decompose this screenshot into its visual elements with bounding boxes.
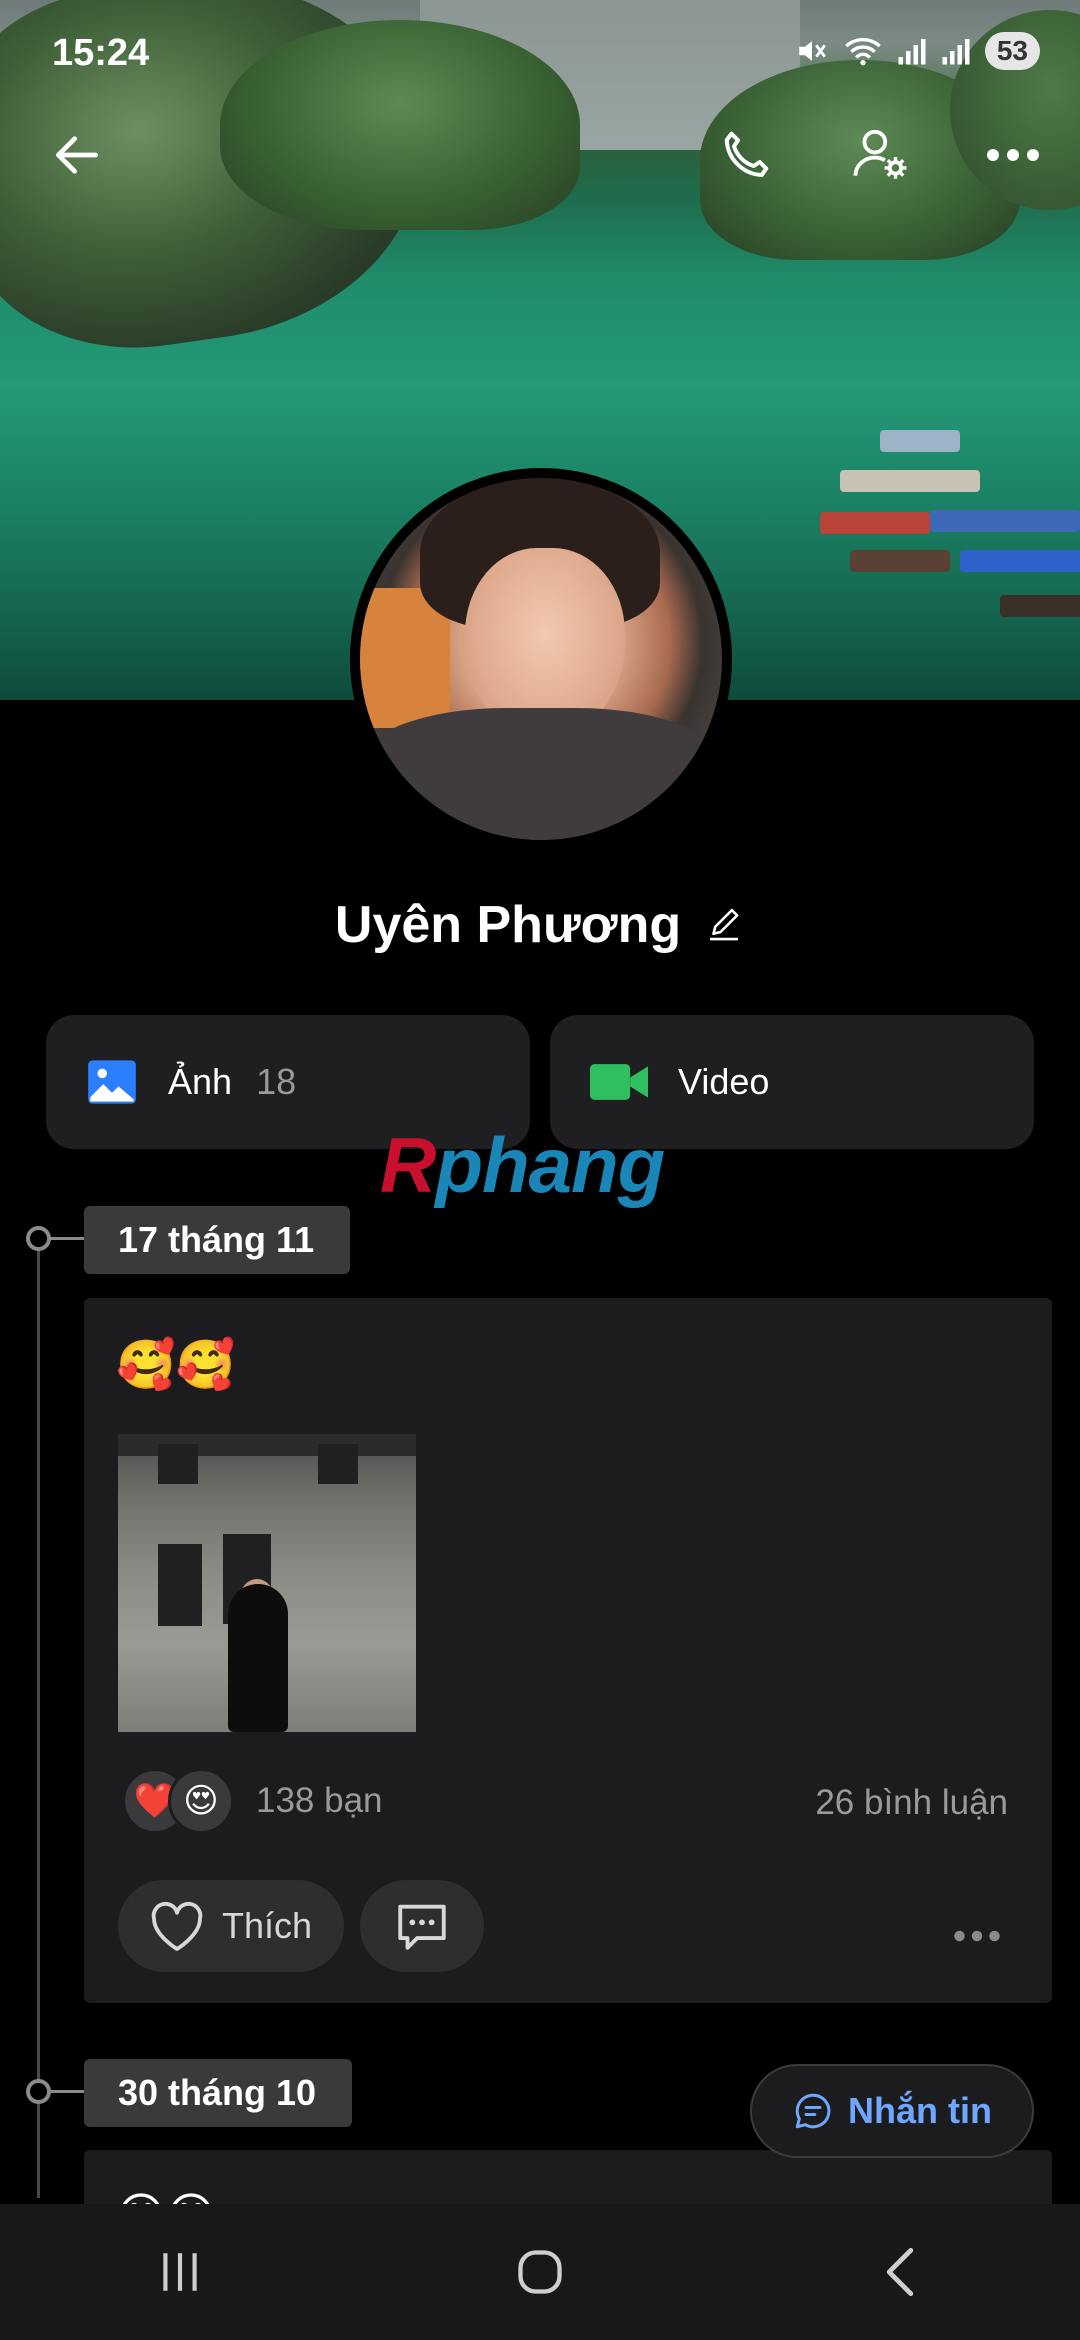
avatar-photo: [360, 478, 722, 840]
nav-back-button[interactable]: [840, 2222, 960, 2322]
recent-apps-button[interactable]: [120, 2222, 240, 2322]
timeline-line: [37, 1238, 40, 2198]
recent-apps-icon: [163, 2253, 197, 2291]
phone-icon: [724, 131, 769, 177]
status-bar: 15:24 53: [0, 0, 1080, 110]
post-text: 🥰🥰: [116, 1339, 236, 1392]
date-tag: 30 tháng 10: [84, 2059, 353, 2127]
profile-name-row: Uyên Phương: [0, 895, 1080, 955]
heart-outline-icon: [151, 1901, 203, 1951]
cover-boats: [820, 420, 1080, 640]
more-options-button[interactable]: [978, 120, 1048, 190]
mute-icon: [799, 41, 826, 61]
signal-icon: [898, 39, 926, 65]
pencil-icon[interactable]: [703, 904, 745, 946]
photos-count: 18: [256, 1061, 297, 1102]
like-label: Thích: [222, 1905, 313, 1946]
profile-name: Uyên Phương: [334, 896, 682, 954]
like-button[interactable]: Thích: [118, 1880, 344, 1972]
battery-indicator: 53: [984, 32, 1040, 70]
watermark-logo: Rphang: [380, 1121, 665, 1209]
heart-eyes-reaction-icon: 😍: [168, 1768, 234, 1834]
reactions-summary[interactable]: ❤️ 😍 138 bạn: [122, 1768, 383, 1834]
message-button[interactable]: Nhắn tin: [750, 2064, 1034, 2158]
system-icons: 53: [795, 32, 1040, 70]
call-button[interactable]: [710, 120, 780, 190]
message-label: Nhắn tin: [848, 2090, 992, 2131]
back-arrow-icon: [56, 136, 98, 174]
profile-settings-button[interactable]: [845, 120, 915, 190]
back-button[interactable]: [42, 120, 112, 190]
photo-icon: [88, 1060, 136, 1104]
nav-back-icon: [886, 2247, 914, 2297]
chat-bubble-icon: [795, 2093, 831, 2129]
signal-icon: [942, 39, 970, 65]
more-icon: [987, 149, 1039, 161]
photos-label: Ảnh: [168, 1061, 233, 1102]
post-card[interactable]: 🥰🥰 ❤️ 😍 138 bạn 26 bình luận Thích: [84, 1298, 1052, 2003]
status-time: 15:24: [52, 32, 150, 74]
wifi-icon: [845, 38, 881, 66]
video-icon: [590, 1064, 648, 1100]
post-photo[interactable]: [118, 1434, 416, 1732]
comment-count[interactable]: 26 bình luận: [815, 1783, 1008, 1823]
user-settings-icon: [853, 129, 907, 179]
timeline-dot: [26, 1226, 51, 1251]
profile-avatar[interactable]: [350, 468, 732, 850]
comment-button[interactable]: [360, 1880, 484, 1972]
comment-icon: [398, 1904, 446, 1950]
date-tag: 17 tháng 11: [84, 1206, 351, 1274]
top-action-bar: [0, 110, 1080, 200]
system-nav-bar: [0, 2204, 1080, 2340]
post-more-icon[interactable]: [952, 1908, 1002, 1953]
home-button[interactable]: [480, 2222, 600, 2322]
timeline-dot: [26, 2079, 51, 2104]
reaction-count: 138 bạn: [256, 1781, 383, 1820]
video-label: Video: [678, 1061, 770, 1102]
home-icon: [518, 2250, 562, 2294]
